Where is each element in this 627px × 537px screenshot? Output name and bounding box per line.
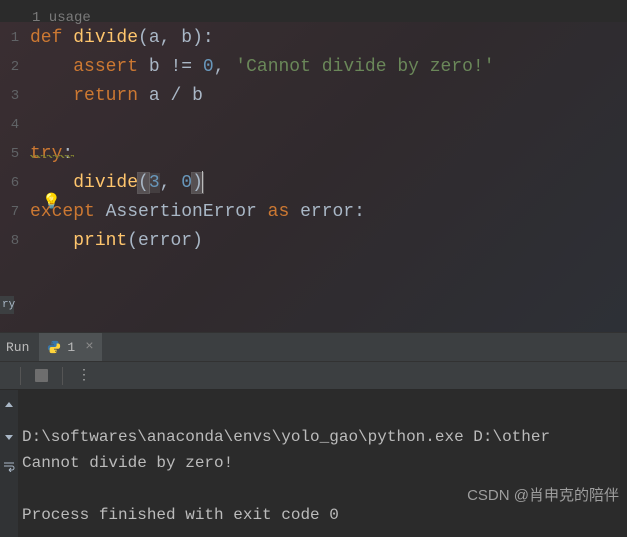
close-icon[interactable]: × <box>85 339 93 355</box>
code-line: divide(3, 0) <box>30 169 627 198</box>
separator <box>20 367 21 385</box>
usage-hint[interactable]: 1 usage <box>32 4 91 33</box>
separator <box>62 367 63 385</box>
console-line: Cannot divide by zero! <box>22 454 233 472</box>
code-editor[interactable]: 1 2 3 4 5 6 7 8 💡 1 usage def divide(a, … <box>0 22 627 332</box>
line-number: 8 <box>0 227 30 256</box>
warning-squiggle <box>30 155 74 158</box>
code-line: def divide(a, b): <box>30 24 627 53</box>
code-content[interactable]: 1 usage def divide(a, b): assert b != 0,… <box>30 22 627 332</box>
console-line: Process finished with exit code 0 <box>22 506 339 524</box>
code-line: except AssertionError as error: <box>30 198 627 227</box>
watermark: CSDN @肖申克的陪伴 <box>467 484 619 505</box>
line-number: 3 <box>0 82 30 111</box>
tab-title: 1 <box>67 340 75 355</box>
more-menu-icon[interactable]: ⋮ <box>77 367 92 384</box>
python-file-icon <box>47 340 61 354</box>
line-number: 7 <box>0 198 30 227</box>
line-number: 6 <box>0 169 30 198</box>
console-line: D:\softwares\anaconda\envs\yolo_gao\pyth… <box>22 428 550 446</box>
line-number: 5 <box>0 140 30 169</box>
line-number: 1 <box>0 24 30 53</box>
split-label: ry <box>0 296 14 314</box>
code-line: try: <box>30 140 627 169</box>
line-number-gutter: 1 2 3 4 5 6 7 8 <box>0 22 30 332</box>
up-arrow-icon[interactable] <box>3 400 15 412</box>
line-number: 2 <box>0 53 30 82</box>
code-line: print(error) <box>30 227 627 256</box>
down-arrow-icon[interactable] <box>3 430 15 442</box>
stop-icon[interactable] <box>35 369 48 382</box>
console-toolbar: ⋮ <box>0 362 627 390</box>
code-line: assert b != 0, 'Cannot divide by zero!' <box>30 53 627 82</box>
line-number: 4 <box>0 111 30 140</box>
soft-wrap-icon[interactable] <box>3 460 15 472</box>
run-tab[interactable]: 1 × <box>39 333 101 361</box>
text-caret <box>202 171 203 193</box>
code-line <box>30 111 627 140</box>
run-tool-label[interactable]: Run <box>0 340 39 355</box>
run-tab-bar: Run 1 × <box>0 332 627 362</box>
code-line: return a / b <box>30 82 627 111</box>
